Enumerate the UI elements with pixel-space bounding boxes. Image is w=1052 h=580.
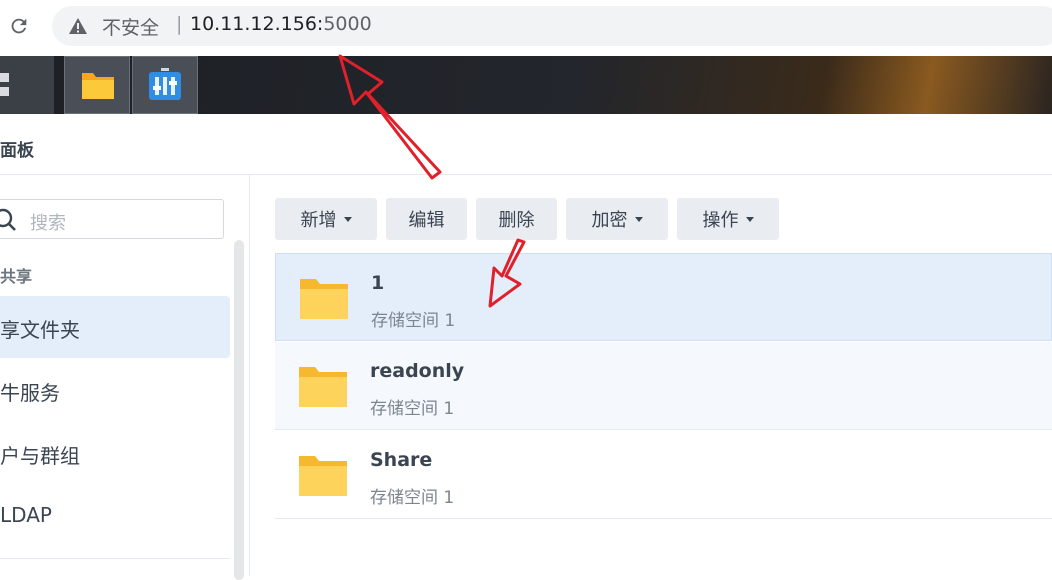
caret-down-icon — [634, 216, 643, 222]
caret-down-icon — [343, 216, 352, 222]
table-row[interactable]: Share 存储空间 1 — [275, 431, 1052, 519]
edit-button-label: 编辑 — [408, 210, 445, 231]
sidebar-item-label: 享文件夹 — [0, 318, 80, 342]
main-menu-button[interactable] — [0, 56, 54, 114]
edit-button[interactable]: 编辑 — [386, 198, 467, 240]
encrypt-button-label: 加密 — [591, 210, 628, 231]
table-row[interactable]: 1 存储空间 1 — [275, 253, 1052, 341]
sidebar-item-ldap[interactable]: LDAP — [0, 485, 230, 547]
sidebar-item-label: 户与群组 — [0, 444, 80, 468]
create-button[interactable]: 新增 — [275, 198, 377, 240]
warning-icon[interactable] — [68, 17, 88, 35]
control-panel-taskbar-button[interactable] — [132, 56, 198, 114]
browser-bar: 不安全 | 10.11.12.156:5000 — [0, 0, 1052, 56]
sidebar-bottom-divider — [0, 558, 230, 559]
folder-name: readonly — [370, 360, 465, 382]
action-button-label: 操作 — [702, 210, 739, 231]
sidebar-group-label: 共享 — [0, 267, 33, 286]
create-button-label: 新增 — [300, 210, 337, 231]
table-row[interactable]: readonly 存储空间 1 — [275, 342, 1052, 430]
folder-name: 1 — [371, 272, 385, 294]
insecure-label[interactable]: 不安全 — [102, 13, 159, 40]
caret-down-icon — [745, 216, 754, 222]
folder-location: 存储空间 1 — [371, 311, 456, 331]
folder-location: 存储空间 1 — [370, 399, 455, 419]
sidebar-divider — [249, 175, 250, 576]
sidebar-item-label: 牛服务 — [0, 381, 60, 405]
sidebar-scrollbar[interactable] — [234, 240, 244, 580]
window-title: 面板 — [0, 141, 34, 161]
sidebar-item-file-services[interactable]: 牛服务 — [0, 359, 230, 421]
grid-icon-cell — [0, 87, 9, 96]
url-separator: | — [176, 13, 183, 35]
folder-location: 存储空间 1 — [370, 488, 455, 508]
url-host: 10.11.12.156: — [190, 13, 324, 35]
folder-app-icon — [82, 73, 114, 99]
header-divider — [0, 174, 1052, 175]
sidebar-item-label: LDAP — [0, 503, 52, 527]
search-placeholder: 搜索 — [30, 213, 66, 234]
grid-icon — [0, 73, 9, 82]
folder-icon — [299, 367, 347, 407]
action-button[interactable]: 操作 — [677, 198, 779, 240]
folder-name: Share — [370, 449, 433, 471]
url-port: 5000 — [323, 13, 372, 35]
url-text[interactable]: 10.11.12.156:5000 — [190, 13, 372, 35]
sidebar-item-shared-folder[interactable]: 享文件夹 — [0, 296, 230, 358]
delete-button-label: 删除 — [498, 210, 535, 231]
delete-button[interactable]: 删除 — [476, 198, 557, 240]
sidebar-item-users-groups[interactable]: 户与群组 — [0, 422, 230, 484]
file-station-taskbar-button[interactable] — [64, 56, 130, 114]
search-icon — [0, 208, 16, 231]
encrypt-button[interactable]: 加密 — [566, 198, 668, 240]
folder-icon — [300, 279, 348, 319]
control-panel-icon — [149, 68, 181, 100]
folder-icon — [299, 456, 347, 496]
reload-icon[interactable] — [8, 15, 30, 37]
